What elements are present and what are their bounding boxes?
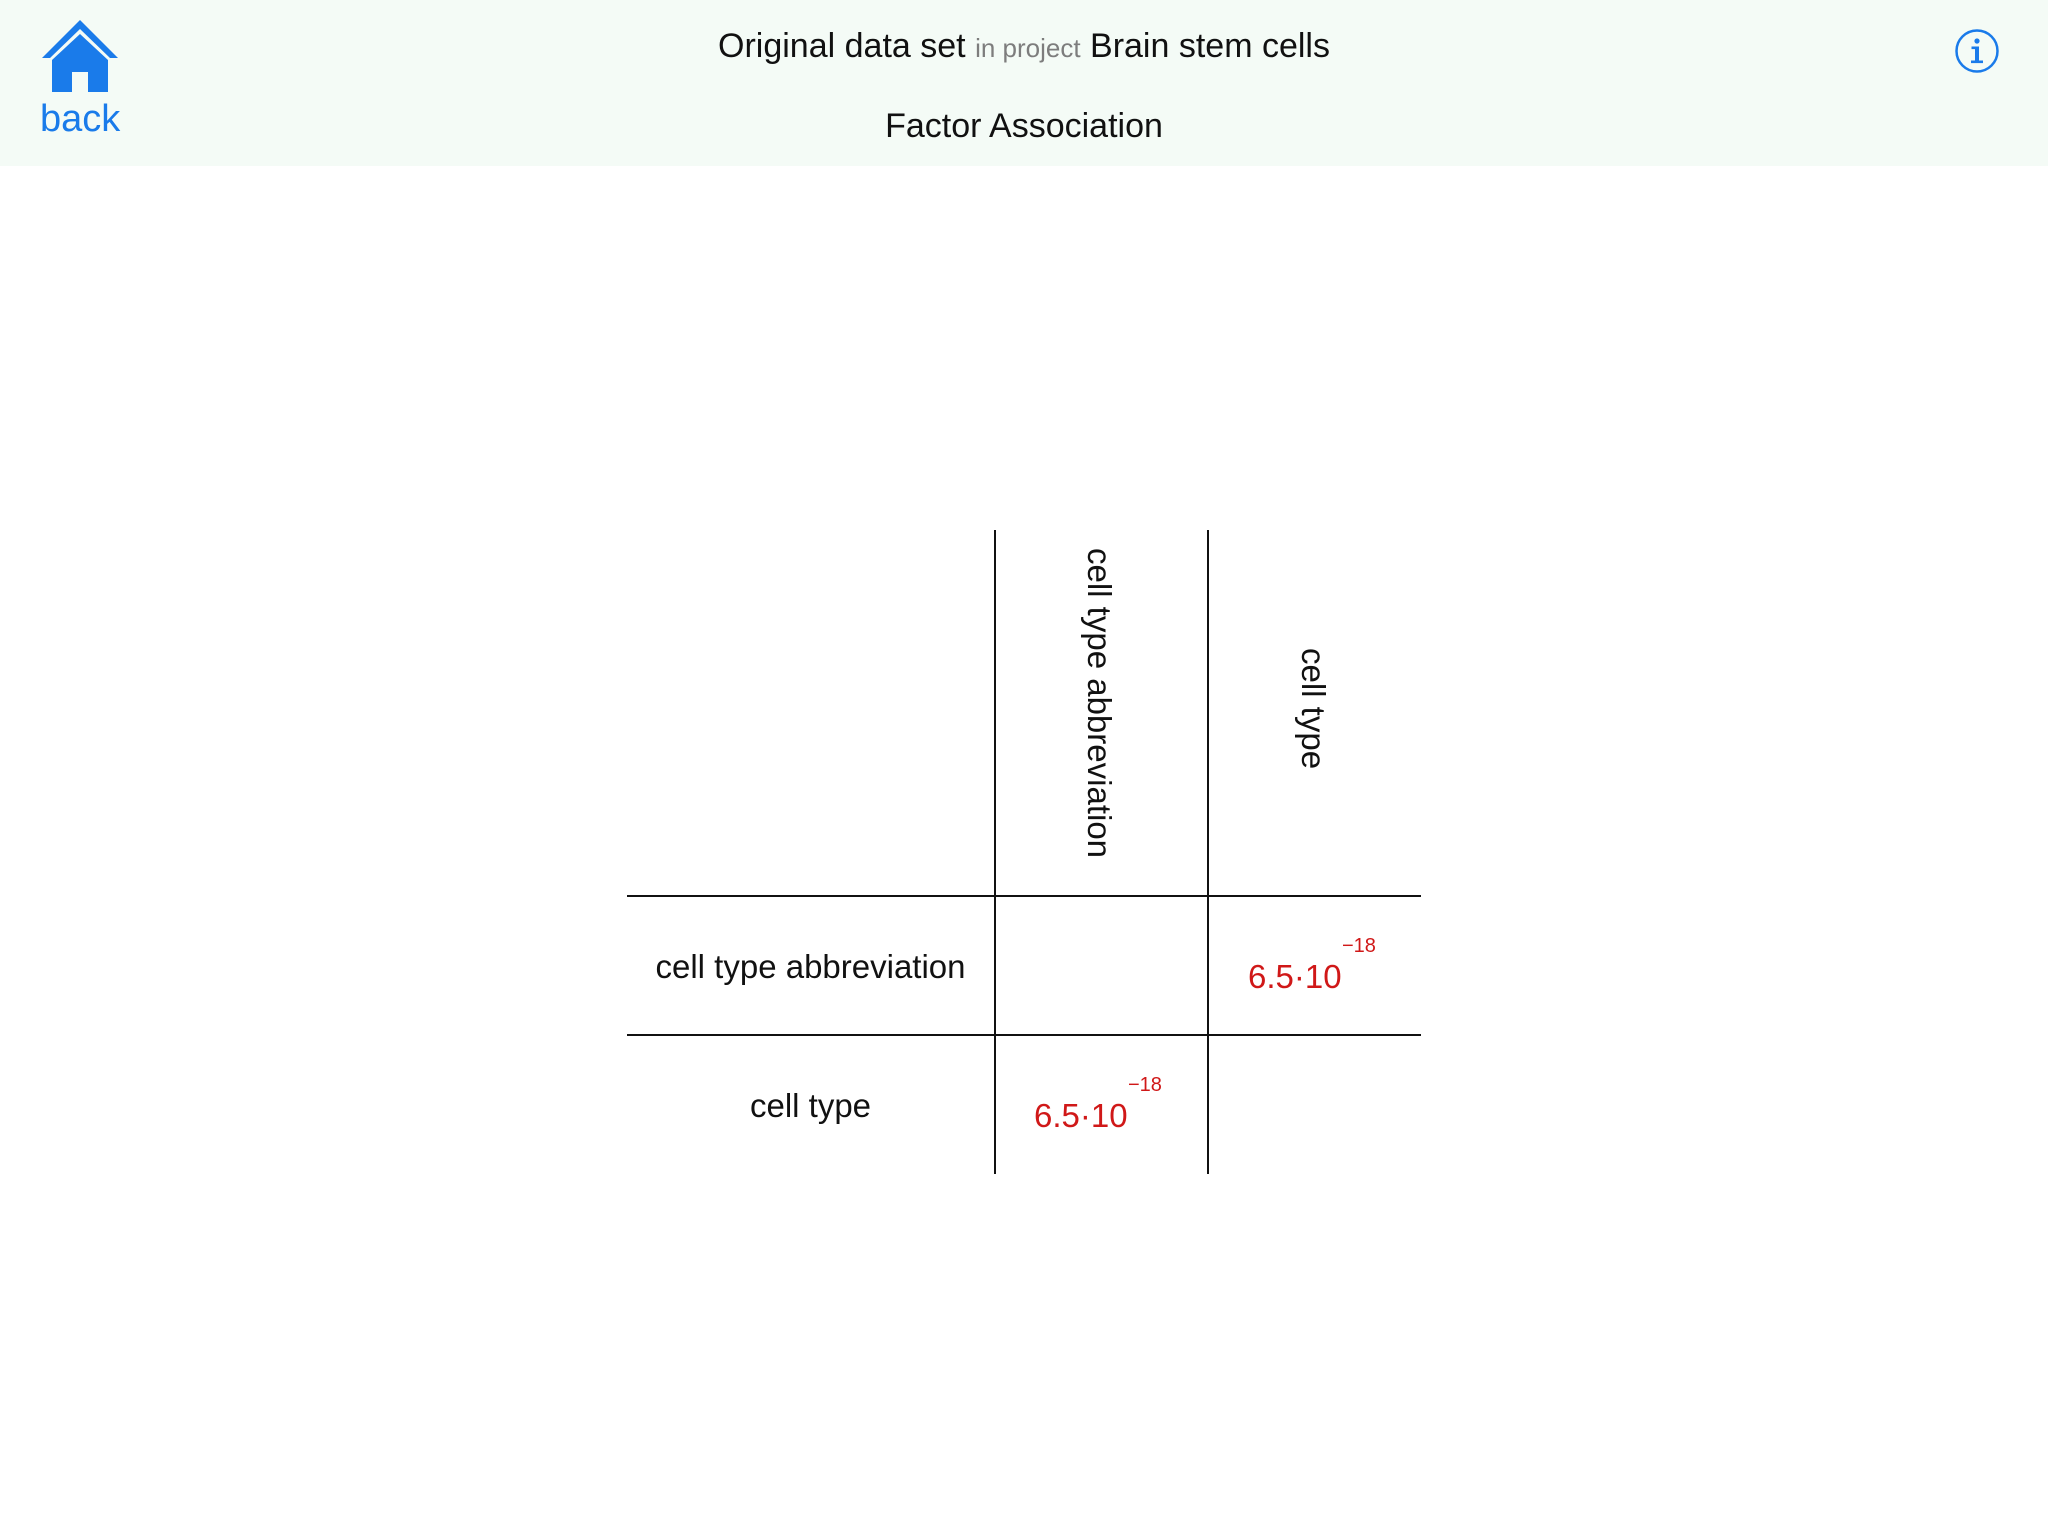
grid-line <box>627 1034 1421 1036</box>
grid-line <box>1207 530 1209 1174</box>
value-mantissa: 6.5·10 <box>1034 1097 1128 1134</box>
column-header: cell type <box>1295 648 1332 770</box>
top-bar: back Original data set in project Brain … <box>0 0 2048 166</box>
project-connector: in project <box>975 33 1081 63</box>
grid-line <box>627 895 1421 897</box>
project-name: Brain stem cells <box>1090 27 1330 65</box>
value-exponent: −18 <box>1342 935 1376 957</box>
page-title: Original data set in project Brain stem … <box>0 24 2048 70</box>
info-icon[interactable] <box>1954 28 2000 74</box>
grid-line <box>994 530 996 1174</box>
row-header: cell type <box>749 1087 872 1124</box>
association-value: 6.5·10 −18 <box>1034 1075 1162 1134</box>
column-header: cell type abbreviation <box>1081 548 1118 859</box>
value-exponent: −18 <box>1128 1074 1162 1096</box>
value-mantissa: 6.5·10 <box>1248 958 1342 995</box>
association-value: 6.5·10 −18 <box>1248 936 1376 995</box>
row-header: cell type abbreviation <box>655 948 966 985</box>
page-subtitle: Factor Association <box>885 107 1163 145</box>
association-matrix: cell type abbreviation cell type cell ty… <box>0 0 2048 1536</box>
dataset-name: Original data set <box>718 27 966 65</box>
